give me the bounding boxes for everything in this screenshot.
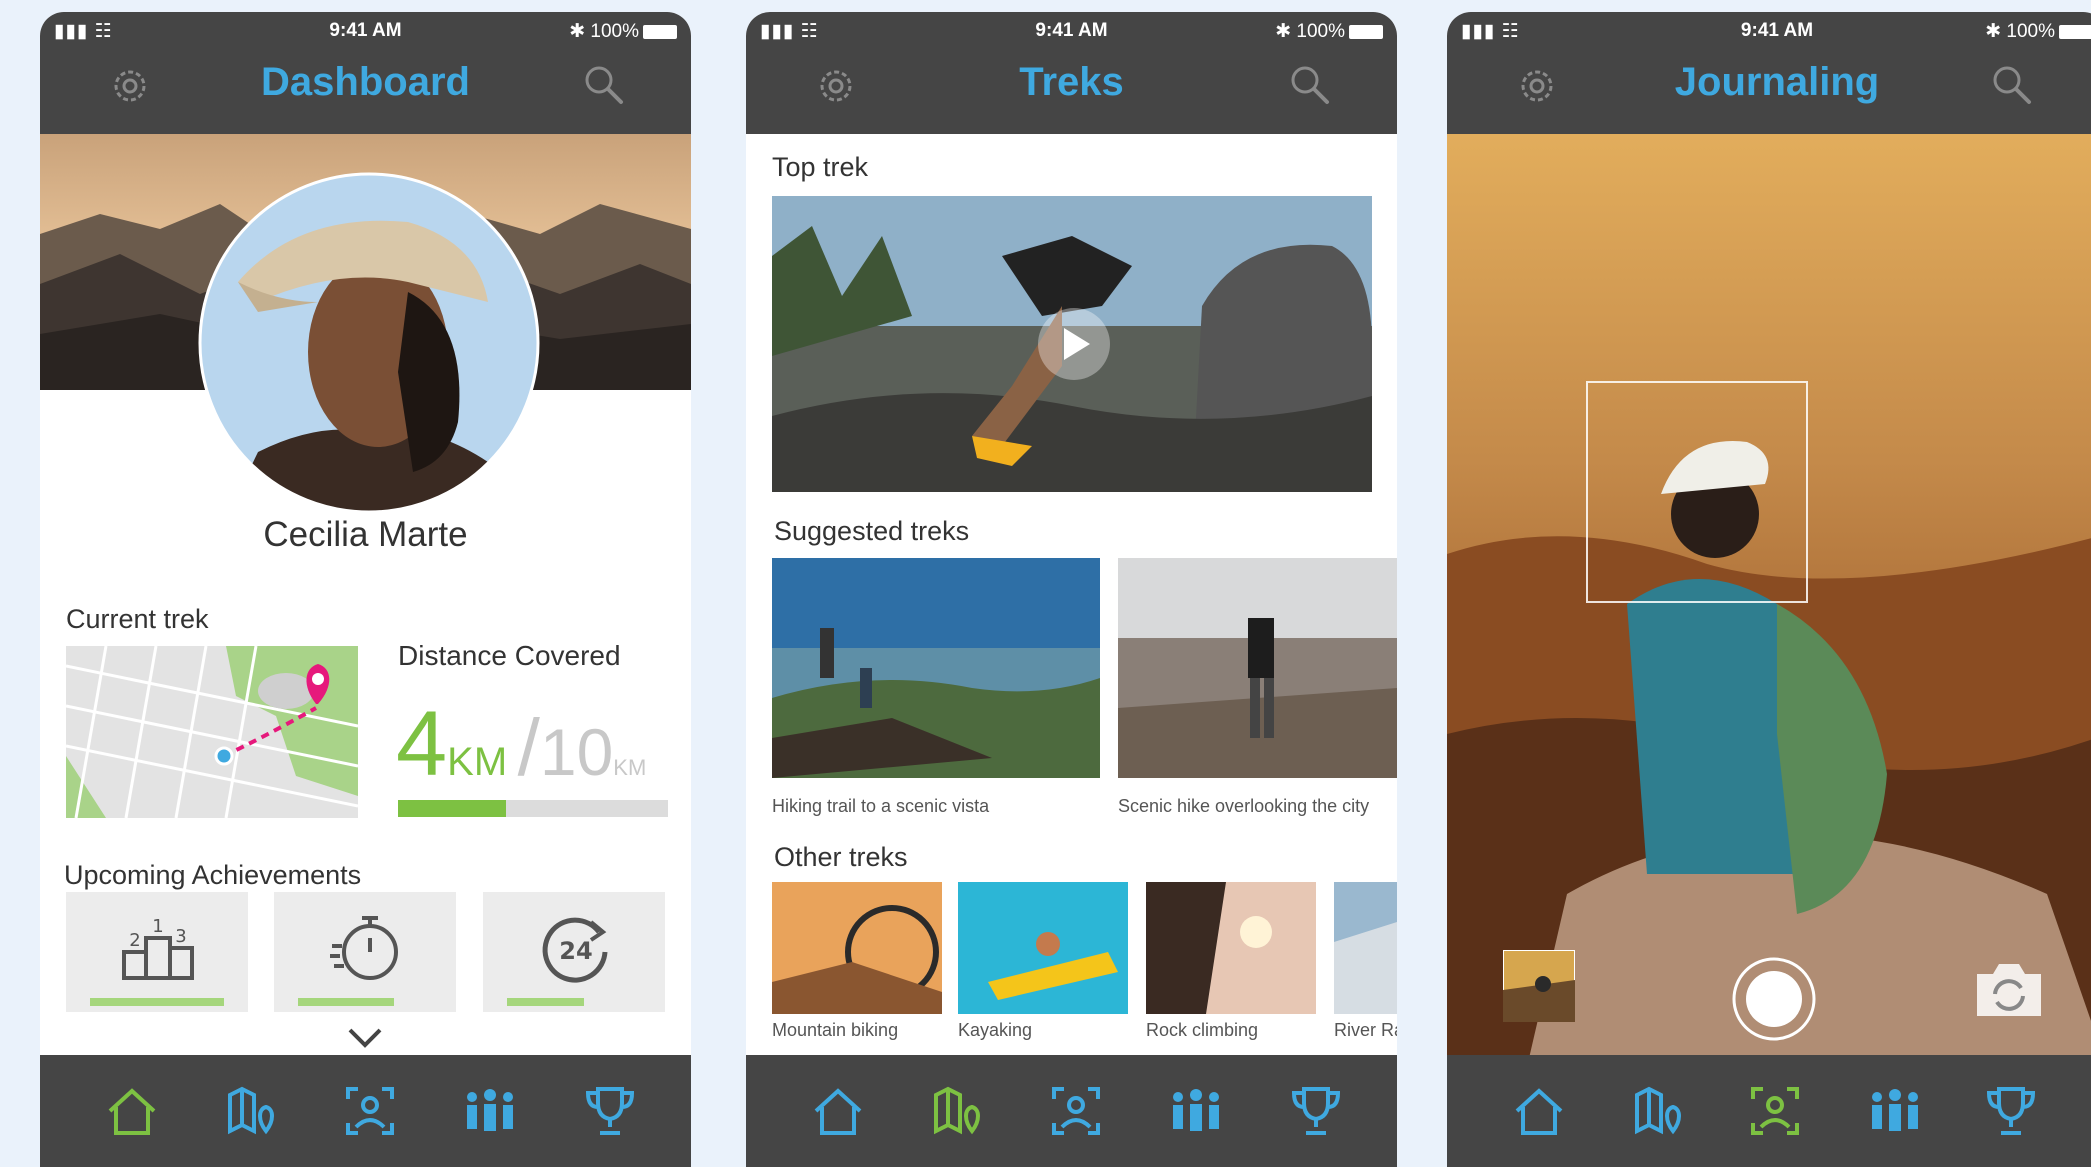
suggested-trek-image[interactable] xyxy=(1118,558,1397,778)
distance-progress-bar xyxy=(398,800,668,817)
other-trek-caption: Mountain biking xyxy=(772,1020,899,1040)
map-icon[interactable] xyxy=(930,1083,986,1139)
podium-icon: 12 3 xyxy=(122,916,194,980)
distance-value: 4KM /10KM xyxy=(396,693,647,795)
other-treks-label: Other treks xyxy=(774,842,908,872)
status-bar: ▮▮▮ ☷ 9:41 AM ✱ 100% xyxy=(746,18,1397,46)
other-trek-caption: River Ra xyxy=(1334,1020,1397,1040)
trophy-icon[interactable] xyxy=(1983,1083,2039,1139)
top-trek-video[interactable] xyxy=(772,196,1372,492)
24-hour-icon: 24 xyxy=(542,917,608,983)
svg-text:1: 1 xyxy=(152,916,163,937)
bottom-nav xyxy=(746,1055,1397,1167)
status-bar: ▮▮▮ ☷ 9:41 AM ✱ 100% xyxy=(1447,18,2091,46)
svg-text:3: 3 xyxy=(175,926,186,947)
gallery-thumbnail[interactable] xyxy=(1503,950,1575,1022)
suggested-trek-caption: Scenic hike overlooking the city xyxy=(1118,796,1370,816)
achievement-progress xyxy=(298,998,394,1006)
battery-indicator: ✱ 100% xyxy=(1985,20,2091,43)
suggested-trek-caption: Hiking trail to a scenic vista xyxy=(772,796,990,816)
stopwatch-icon xyxy=(330,916,398,980)
trophy-icon[interactable] xyxy=(582,1083,638,1139)
camera-scan-icon[interactable] xyxy=(1048,1083,1104,1139)
shutter-button[interactable] xyxy=(1731,956,1817,1042)
group-icon[interactable] xyxy=(1168,1083,1224,1139)
achievement-card[interactable]: 12 3 xyxy=(66,892,248,1012)
other-trek-caption: Kayaking xyxy=(958,1020,1033,1040)
top-bar: ▮▮▮ ☷ 9:41 AM ✱ 100% Dashboard xyxy=(40,12,691,134)
suggested-trek-image[interactable] xyxy=(772,558,1100,778)
achievement-progress xyxy=(90,998,224,1006)
battery-indicator: ✱ 100% xyxy=(1275,20,1383,43)
svg-text:2: 2 xyxy=(129,930,140,951)
battery-indicator: ✱ 100% xyxy=(569,20,677,43)
other-trek-image[interactable] xyxy=(772,882,942,1014)
search-icon[interactable] xyxy=(1287,62,1333,108)
other-trek-image[interactable] xyxy=(1334,882,1397,1014)
status-bar: ▮▮▮ ☷ 9:41 AM ✱ 100% xyxy=(40,18,691,46)
chevron-down-icon[interactable] xyxy=(346,1026,384,1050)
group-icon[interactable] xyxy=(1867,1083,1923,1139)
home-icon[interactable] xyxy=(1511,1083,1567,1139)
current-trek-label: Current trek xyxy=(66,604,209,634)
other-trek-image[interactable] xyxy=(958,882,1128,1014)
search-icon[interactable] xyxy=(581,62,627,108)
camera-scan-icon[interactable] xyxy=(1747,1083,1803,1139)
suggested-treks-label: Suggested treks xyxy=(774,516,970,546)
top-bar: ▮▮▮ ☷ 9:41 AM ✱ 100% Treks xyxy=(746,12,1397,134)
distance-covered-label: Distance Covered xyxy=(398,640,621,671)
group-icon[interactable] xyxy=(462,1083,518,1139)
treks-screen: ▮▮▮ ☷ 9:41 AM ✱ 100% Treks Top trek Sugg… xyxy=(746,12,1397,1167)
upcoming-achievements-label: Upcoming Achievements xyxy=(64,860,362,890)
map-icon[interactable] xyxy=(224,1083,280,1139)
bottom-nav xyxy=(40,1055,691,1167)
achievement-progress xyxy=(507,998,584,1006)
svg-text:24: 24 xyxy=(559,937,592,965)
top-bar: ▮▮▮ ☷ 9:41 AM ✱ 100% Journaling xyxy=(1447,12,2091,134)
achievement-card[interactable]: 24 xyxy=(483,892,665,1012)
search-icon[interactable] xyxy=(1989,62,2035,108)
current-trek-map[interactable] xyxy=(66,646,358,818)
home-icon[interactable] xyxy=(104,1083,160,1139)
distance-progress-fill xyxy=(398,800,506,817)
achievement-card[interactable] xyxy=(274,892,456,1012)
camera-viewfinder-image[interactable] xyxy=(1447,134,2091,1067)
journaling-screen: ▮▮▮ ☷ 9:41 AM ✱ 100% Journaling xyxy=(1447,12,2091,1167)
profile-name: Cecilia Marte xyxy=(263,515,468,554)
map-icon[interactable] xyxy=(1631,1083,1687,1139)
dashboard-screen: ▮▮▮ ☷ 9:41 AM ✱ 100% Dashboard Cecilia M… xyxy=(40,12,691,1167)
profile-avatar[interactable] xyxy=(198,172,540,514)
other-trek-caption: Rock climbing xyxy=(1146,1020,1259,1040)
other-trek-image[interactable] xyxy=(1146,882,1316,1014)
top-trek-label: Top trek xyxy=(772,152,869,182)
home-icon[interactable] xyxy=(810,1083,866,1139)
trophy-icon[interactable] xyxy=(1288,1083,1344,1139)
switch-camera-icon[interactable] xyxy=(1973,960,2045,1020)
camera-scan-icon[interactable] xyxy=(342,1083,398,1139)
bottom-nav xyxy=(1447,1055,2091,1167)
